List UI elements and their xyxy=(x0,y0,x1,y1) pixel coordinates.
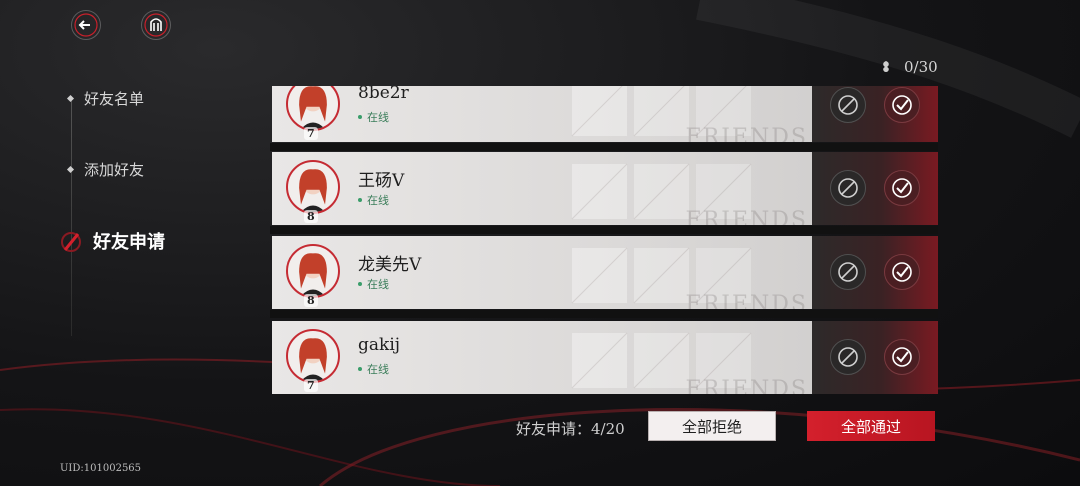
reject-icon xyxy=(838,95,858,115)
request-card: FRIENDS 7 8be2r 在线 xyxy=(272,86,812,142)
active-slash-icon xyxy=(60,230,82,252)
avatar[interactable] xyxy=(286,329,340,383)
side-nav: 好友名单 添加好友 好友申请 xyxy=(0,0,200,486)
check-icon xyxy=(892,262,912,282)
card-watermark: FRIENDS xyxy=(685,377,808,394)
accept-all-button[interactable]: 全部通过 xyxy=(807,411,935,441)
nav-dot-icon xyxy=(66,165,75,174)
request-list[interactable]: FRIENDS 7 8be2r 在线 FRIENDS 8 王砀V 在线 FRIE… xyxy=(270,86,938,394)
level-badge: 8 xyxy=(304,210,318,223)
friend-counter: 0/30 xyxy=(878,58,938,76)
nav-dot-icon xyxy=(66,94,75,103)
reject-icon xyxy=(838,178,858,198)
avatar[interactable] xyxy=(286,244,340,298)
card-divider xyxy=(270,310,938,318)
action-panel xyxy=(812,236,938,309)
reject-all-button[interactable]: 全部拒绝 xyxy=(648,411,776,441)
level-badge: 7 xyxy=(304,379,318,392)
request-count: 好友申请：4/20 xyxy=(516,420,625,438)
list-item: FRIENDS 7 gakij 在线 xyxy=(270,321,938,394)
check-icon xyxy=(892,347,912,367)
level-badge: 7 xyxy=(304,127,318,140)
request-card: FRIENDS 8 龙美先V 在线 xyxy=(272,236,812,309)
nav-item-label: 添加好友 xyxy=(84,161,145,179)
nav-item-friend-list[interactable]: 好友名单 xyxy=(66,88,145,109)
action-panel xyxy=(812,321,938,394)
reject-button[interactable] xyxy=(830,87,866,123)
request-card: FRIENDS 8 王砀V 在线 xyxy=(272,152,812,225)
list-item: FRIENDS 7 8be2r 在线 xyxy=(270,86,938,151)
action-panel xyxy=(812,152,938,225)
nav-item-add-friend[interactable]: 添加好友 xyxy=(66,159,145,180)
card-watermark: FRIENDS xyxy=(685,208,808,225)
rose-icon xyxy=(883,61,889,72)
reject-button[interactable] xyxy=(830,170,866,206)
accept-button[interactable] xyxy=(884,339,920,375)
reject-icon xyxy=(838,347,858,367)
nav-divider xyxy=(71,96,72,336)
friend-counter-value: 0/30 xyxy=(904,58,938,76)
accept-button[interactable] xyxy=(884,254,920,290)
online-status: 在线 xyxy=(358,192,389,208)
list-item: FRIENDS 8 龙美先V 在线 xyxy=(270,236,938,318)
online-status: 在线 xyxy=(358,109,389,125)
level-badge: 8 xyxy=(304,294,318,307)
player-name: 王砀V xyxy=(358,171,405,191)
reject-icon xyxy=(838,262,858,282)
player-name: 龙美先V xyxy=(358,255,422,275)
action-panel xyxy=(812,86,938,142)
reject-button[interactable] xyxy=(830,339,866,375)
online-status: 在线 xyxy=(358,361,389,377)
card-divider xyxy=(270,226,938,234)
user-id: UID:101002565 xyxy=(60,463,142,474)
reject-button[interactable] xyxy=(830,254,866,290)
nav-item-label: 好友名单 xyxy=(84,90,145,108)
nav-item-label: 好友申请 xyxy=(93,232,165,253)
player-name: 8be2r xyxy=(358,86,409,103)
accept-button[interactable] xyxy=(884,170,920,206)
player-name: gakij xyxy=(358,335,401,355)
online-status: 在线 xyxy=(358,276,389,292)
nav-item-friend-requests[interactable]: 好友申请 xyxy=(60,228,165,254)
card-watermark: FRIENDS xyxy=(685,292,808,309)
check-icon xyxy=(892,95,912,115)
card-divider xyxy=(270,143,938,151)
check-icon xyxy=(892,178,912,198)
accept-button[interactable] xyxy=(884,87,920,123)
request-card: FRIENDS 7 gakij 在线 xyxy=(272,321,812,394)
avatar[interactable] xyxy=(286,160,340,214)
list-item: FRIENDS 8 王砀V 在线 xyxy=(270,152,938,234)
card-watermark: FRIENDS xyxy=(685,125,808,142)
